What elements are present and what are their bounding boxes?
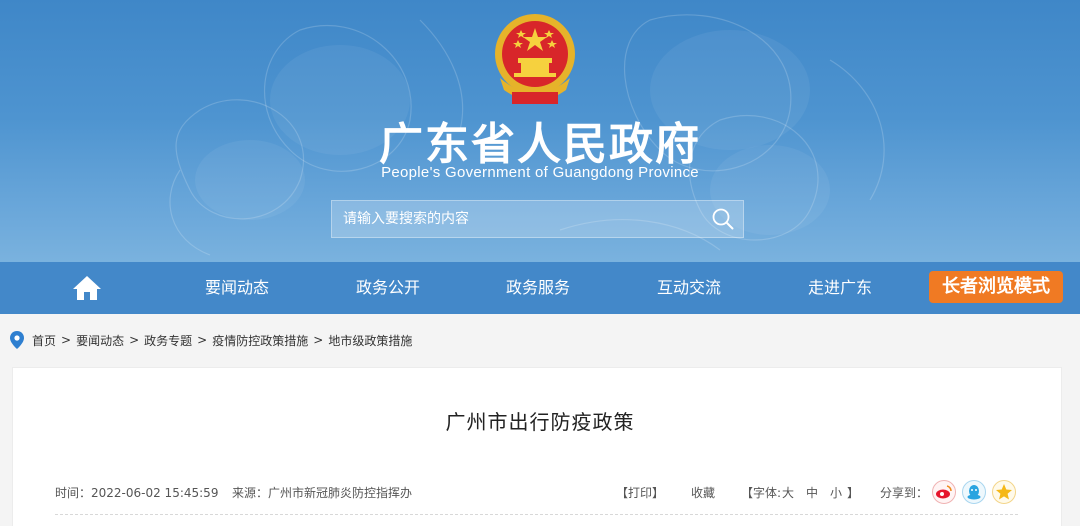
qzone-icon[interactable] xyxy=(992,480,1016,504)
nav-item-about-guangdong[interactable]: 走进广东 xyxy=(785,262,895,314)
font-size-small[interactable]: 小 xyxy=(830,484,842,501)
font-size-bracket: 】 xyxy=(847,486,860,500)
search-box xyxy=(331,200,744,238)
font-size-large[interactable]: 大 xyxy=(782,484,794,501)
breadcrumb-topics[interactable]: 政务专题 xyxy=(144,332,192,349)
qq-icon[interactable] xyxy=(962,480,986,504)
print-button[interactable]: 【打印】 xyxy=(616,484,664,501)
article-title: 广州市出行防疫政策 xyxy=(445,410,635,434)
search-icon[interactable] xyxy=(703,201,743,237)
home-icon[interactable] xyxy=(70,274,104,302)
breadcrumb-separator: > xyxy=(197,333,208,347)
search-input[interactable] xyxy=(332,201,703,237)
breadcrumb-separator: > xyxy=(313,333,324,347)
nav-item-interaction[interactable]: 互动交流 xyxy=(634,262,744,314)
elder-mode-button[interactable]: 长者浏览模式 xyxy=(929,271,1063,303)
publish-time: 时间：2022-06-02 15:45:59 xyxy=(55,486,219,500)
breadcrumb-separator: > xyxy=(61,333,72,347)
font-size-label: 【字体: xyxy=(741,486,782,500)
favorite-button[interactable]: 收藏 xyxy=(691,484,715,501)
share-label: 分享到： xyxy=(880,486,929,500)
main-navbar: 要闻动态 政务公开 政务服务 互动交流 走进广东 xyxy=(0,262,1080,314)
breadcrumb-home[interactable]: 首页 xyxy=(32,332,56,349)
header-banner: 广东省人民政府 People's Government of Guangdong… xyxy=(0,0,1080,262)
location-pin-icon xyxy=(10,331,24,349)
font-size-medium[interactable]: 中 xyxy=(806,484,818,501)
nav-item-news[interactable]: 要闻动态 xyxy=(182,262,292,314)
breadcrumb-news[interactable]: 要闻动态 xyxy=(76,332,124,349)
nav-item-government-services[interactable]: 政务服务 xyxy=(483,262,593,314)
article-divider xyxy=(55,514,1018,515)
breadcrumb-city-policy[interactable]: 地市级政策措施 xyxy=(328,332,412,349)
breadcrumb: 首页 > 要闻动态 > 政务专题 > 疫情防控政策措施 > 地市级政策措施 xyxy=(10,330,412,350)
weibo-icon[interactable] xyxy=(932,480,956,504)
site-subtitle: People's Government of Guangdong Provinc… xyxy=(381,164,699,181)
breadcrumb-separator: > xyxy=(129,333,140,347)
nav-item-government-affairs-public[interactable]: 政务公开 xyxy=(333,262,443,314)
article-source: 来源：广州市新冠肺炎防控指挥办 xyxy=(232,486,413,500)
national-emblem-icon xyxy=(495,14,575,104)
article-card xyxy=(12,367,1062,526)
breadcrumb-epidemic-policy[interactable]: 疫情防控政策措施 xyxy=(212,332,308,349)
site-title: 广东省人民政府 xyxy=(379,119,701,170)
